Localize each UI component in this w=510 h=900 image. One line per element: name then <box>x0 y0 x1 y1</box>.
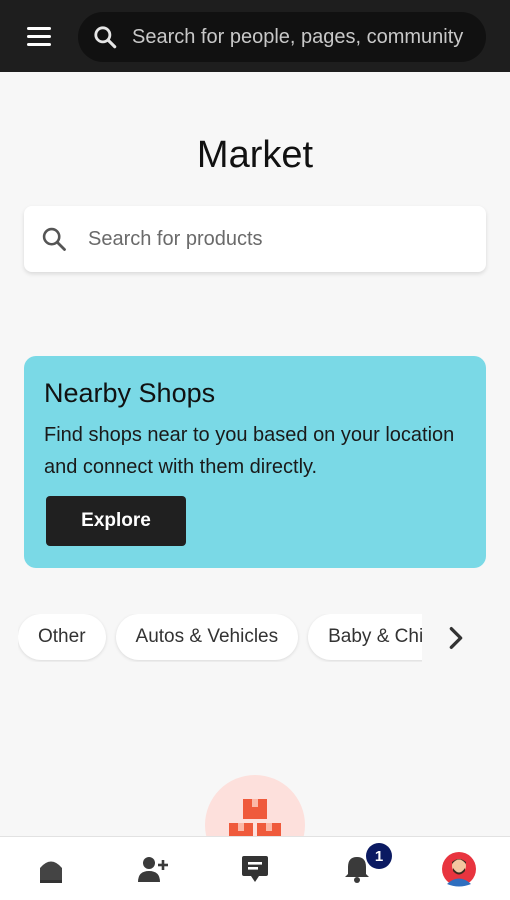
nav-profile[interactable] <box>408 837 510 900</box>
top-bar <box>0 0 510 72</box>
chevron-right-icon[interactable] <box>442 624 470 652</box>
hamburger-menu-icon[interactable] <box>24 25 54 49</box>
search-icon <box>94 26 117 49</box>
home-icon <box>40 861 62 883</box>
profile-avatar <box>442 851 476 886</box>
category-chips: Other Autos & Vehicles Baby & Children <box>18 614 422 662</box>
nav-messages[interactable] <box>204 837 306 900</box>
product-search-input[interactable] <box>88 227 486 251</box>
search-icon <box>42 227 66 251</box>
add-friend-icon <box>138 856 168 882</box>
promo-description: Find shops near to you based on your loc… <box>44 424 455 478</box>
nav-notifications[interactable]: 1 <box>306 837 408 900</box>
category-chip-other[interactable]: Other <box>18 614 106 660</box>
bottom-navigation: 1 <box>0 836 510 900</box>
global-search-input[interactable] <box>132 25 486 49</box>
global-search-bar[interactable] <box>78 12 486 62</box>
promo-title: Nearby Shops <box>44 378 216 408</box>
nearby-shops-card: Nearby Shops Find shops near to you base… <box>24 356 486 568</box>
explore-button[interactable]: Explore <box>46 496 186 546</box>
nav-add-friend[interactable] <box>102 837 204 900</box>
category-chip-autos-vehicles[interactable]: Autos & Vehicles <box>115 614 299 660</box>
notification-count-badge: 1 <box>366 843 392 869</box>
nav-home[interactable] <box>0 837 102 900</box>
page-title: Market <box>196 134 314 176</box>
product-search-bar[interactable] <box>24 206 486 272</box>
messages-icon <box>242 855 268 882</box>
category-chip-baby-children[interactable]: Baby & Children <box>308 614 422 660</box>
